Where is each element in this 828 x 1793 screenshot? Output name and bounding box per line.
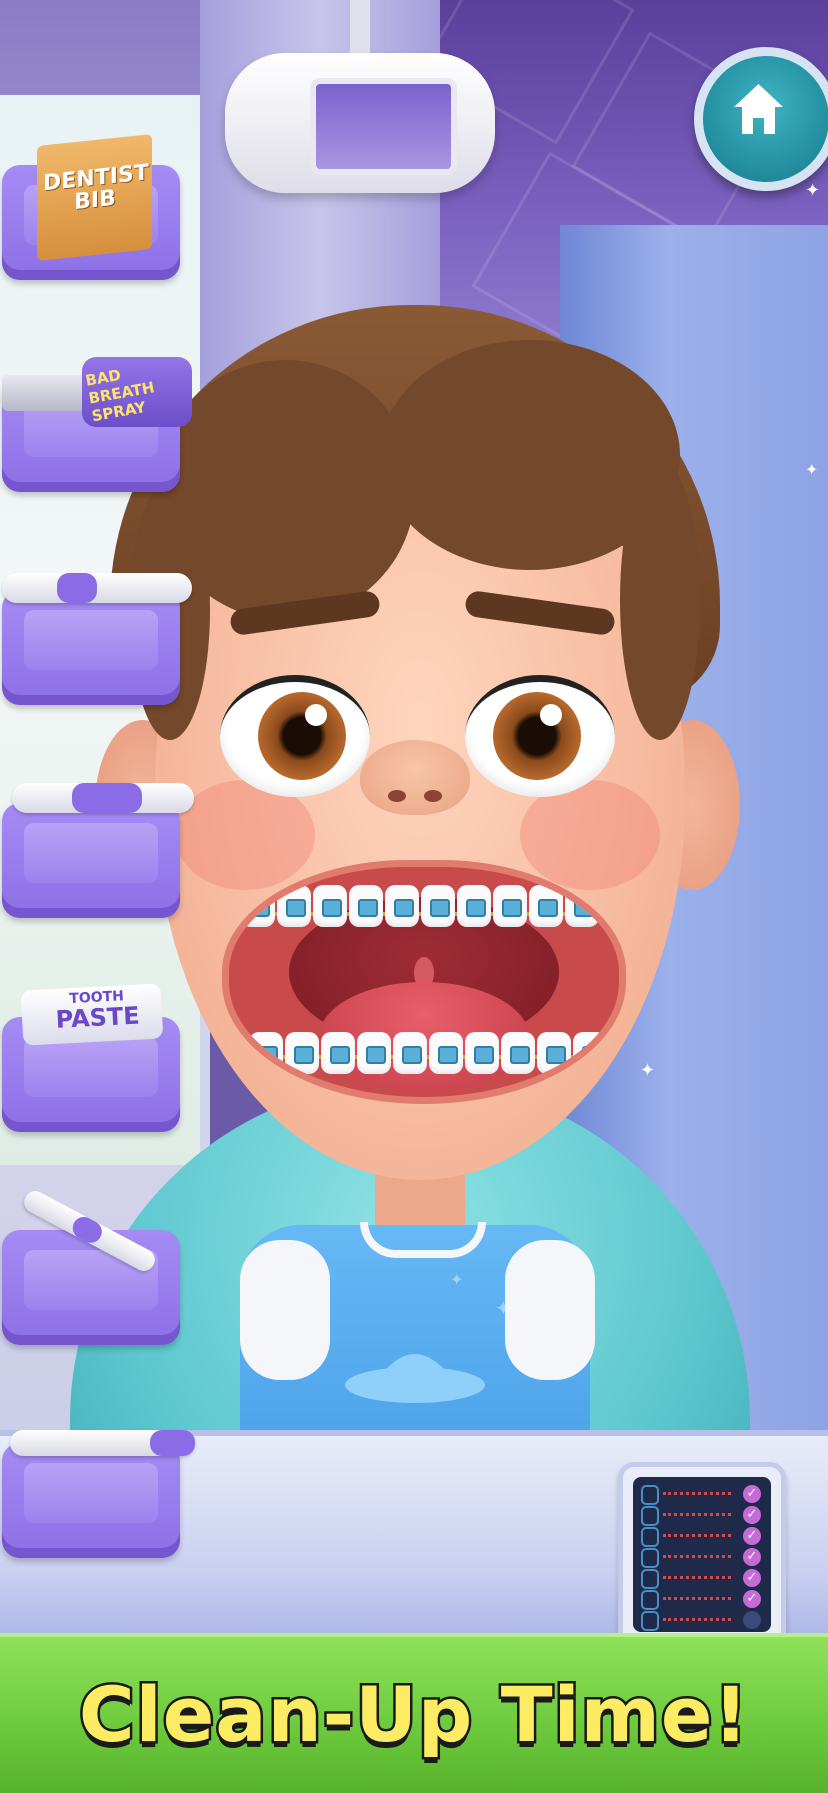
tooth[interactable] — [357, 1032, 391, 1074]
home-icon — [734, 84, 783, 134]
shirt-collar — [360, 1222, 486, 1258]
tooth[interactable] — [349, 885, 383, 927]
tool-slot-bad-breath-spray[interactable]: BAD BREATH SPRAY — [2, 357, 192, 492]
sparkle-icon: ✦ — [640, 1060, 656, 1081]
tooth[interactable] — [465, 1032, 499, 1074]
tooth[interactable] — [493, 885, 527, 927]
tool-slot-dentist-bib[interactable]: DENTIST BIB — [2, 133, 180, 280]
home-button[interactable] — [694, 47, 828, 191]
tooth[interactable] — [573, 1032, 607, 1074]
tooth[interactable] — [565, 885, 599, 927]
patient-nose — [360, 740, 470, 815]
tool-slot-toothpaste[interactable]: TOOTH PASTE — [2, 983, 180, 1132]
toothpaste-icon[interactable]: TOOTH PASTE — [20, 983, 164, 1046]
game-scene: ✦ ✦ ✦ ✦ ✦ ✦ ✦ — [0, 0, 828, 1793]
tool-slot-electric-brush-2[interactable] — [2, 783, 194, 918]
upper-teeth-braces[interactable] — [241, 885, 599, 927]
check-icon: ✓ — [743, 1590, 761, 1608]
tooth[interactable] — [385, 885, 419, 927]
tooth[interactable] — [529, 885, 563, 927]
sparkle-icon: ✦ — [805, 180, 821, 201]
tooth[interactable] — [313, 885, 347, 927]
check-icon: ✓ — [743, 1527, 761, 1545]
message-banner: Clean-Up Time! — [0, 1633, 828, 1793]
water-pick-icon[interactable] — [10, 1430, 195, 1456]
tool-slot-electric-brush-1[interactable] — [2, 573, 192, 705]
left-sleeve — [240, 1240, 330, 1380]
tooth[interactable] — [429, 1032, 463, 1074]
tooth[interactable] — [285, 1032, 319, 1074]
dental-lamp — [225, 0, 495, 198]
patient-mouth[interactable] — [222, 860, 626, 1104]
svg-text:✦: ✦ — [450, 1270, 463, 1289]
tooth[interactable] — [501, 1032, 535, 1074]
tooth[interactable] — [537, 1032, 571, 1074]
check-icon: ✓ — [743, 1485, 761, 1503]
check-icon: ✓ — [743, 1506, 761, 1524]
tooth[interactable] — [241, 885, 275, 927]
toothpaste-label-line2: PASTE — [54, 1001, 141, 1034]
lower-teeth-braces[interactable] — [249, 1032, 607, 1074]
tooth[interactable] — [393, 1032, 427, 1074]
sparkle-icon: ✦ — [805, 460, 819, 479]
banner-text: Clean-Up Time! — [76, 1668, 750, 1762]
empty-check-icon — [743, 1611, 761, 1629]
tool-slot-dental-drill[interactable] — [2, 1187, 180, 1345]
progress-checklist-tablet: ✓ ✓ ✓ ✓ ✓ ✓ — [618, 1462, 786, 1647]
left-eye — [220, 675, 370, 797]
check-icon: ✓ — [743, 1548, 761, 1566]
tooth[interactable] — [277, 885, 311, 927]
spray-can-icon[interactable]: BAD BREATH SPRAY — [2, 357, 194, 427]
hair-fringe — [620, 460, 700, 740]
tooth[interactable] — [321, 1032, 355, 1074]
electric-toothbrush-icon[interactable] — [2, 573, 192, 603]
tooth[interactable] — [457, 885, 491, 927]
right-eye — [465, 675, 615, 797]
bib-box-icon[interactable]: DENTIST BIB — [37, 133, 152, 262]
check-icon: ✓ — [743, 1569, 761, 1587]
tooth[interactable] — [421, 885, 455, 927]
right-sleeve — [505, 1240, 595, 1380]
tooth[interactable] — [249, 1032, 283, 1074]
tool-slot-water-pick[interactable] — [2, 1430, 195, 1558]
tool-tray-column: DENTIST BIB BAD BREATH SPRAY TOOTH PASTE — [0, 133, 200, 1590]
electric-toothbrush-icon[interactable] — [12, 783, 194, 813]
